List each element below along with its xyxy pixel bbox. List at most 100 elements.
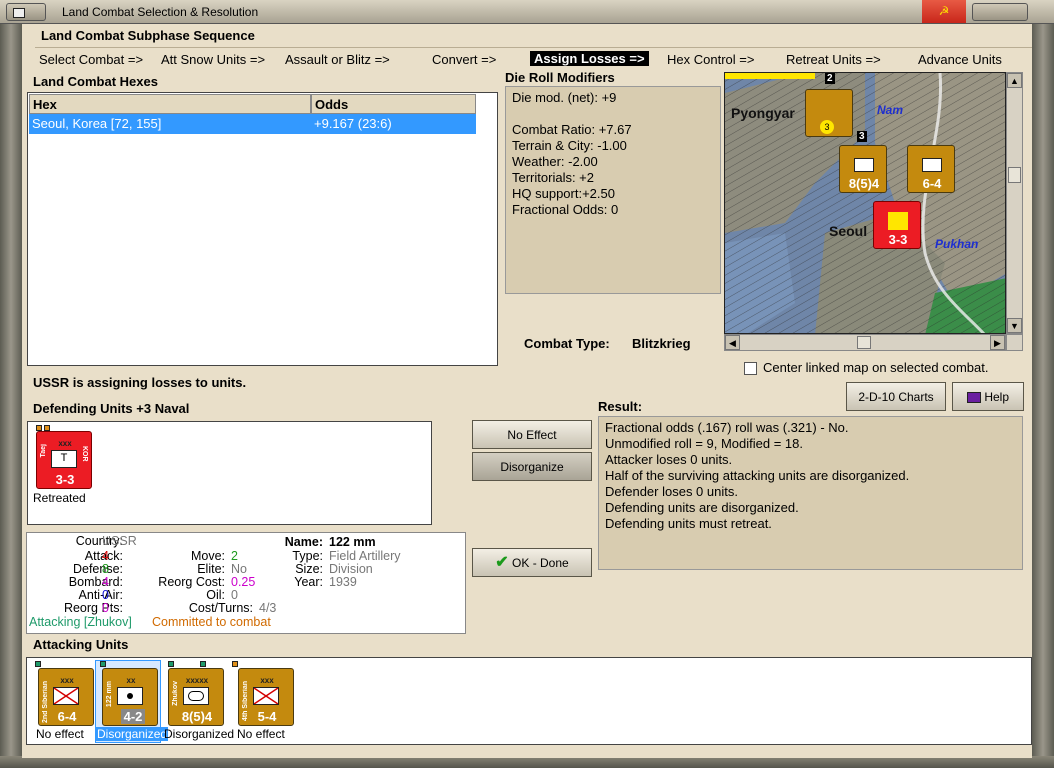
phase-retreat-units[interactable]: Retreat Units => xyxy=(786,52,881,67)
unit-strength: 4-2 xyxy=(121,709,145,724)
result-line: Half of the surviving attacking units ar… xyxy=(605,468,910,483)
map-unit-defender[interactable]: 3-3 xyxy=(873,201,921,249)
map-horizontal-scrollbar[interactable]: ◀ ▶ xyxy=(724,334,1006,351)
oil-value: 0 xyxy=(231,588,238,602)
phase-assault-or-blitz[interactable]: Assault or Blitz => xyxy=(285,52,390,67)
infantry-cross-icon xyxy=(922,158,942,172)
unit-strength: 5-4 xyxy=(257,709,277,724)
table-row[interactable]: Seoul, Korea [72, 155] +9.167 (23:6) xyxy=(29,114,476,134)
phase-att-snow-units[interactable]: Att Snow Units => xyxy=(161,52,265,67)
map-air-unit[interactable]: 3 xyxy=(805,89,853,137)
status-dot xyxy=(232,661,238,667)
phase-hex-control[interactable]: Hex Control => xyxy=(667,52,754,67)
disorganize-button[interactable]: Disorganize xyxy=(472,452,592,481)
scroll-corner xyxy=(1006,334,1023,351)
committed-note: Committed to combat xyxy=(152,615,271,629)
attack-value: 4 xyxy=(102,549,109,563)
cost-turns-label: Cost/Turns: xyxy=(188,601,253,615)
ok-done-button[interactable]: ✔ OK - Done xyxy=(472,548,592,577)
bombard-label: Bombard: xyxy=(68,575,123,589)
charts-button[interactable]: 2-D-10 Charts xyxy=(846,382,946,411)
map-unit-strength: 8(5)4 xyxy=(848,176,880,191)
unit-info-panel: Country: USSR Attack: 4 Defense: 8 Bomba… xyxy=(26,532,466,634)
window-title: Land Combat Selection & Resolution xyxy=(62,5,259,19)
drm-line: Die mod. (net): +9 xyxy=(512,90,617,105)
col-header-hex-label: Hex xyxy=(33,97,57,112)
charts-label: 2-D-10 Charts xyxy=(858,390,934,404)
attacking-unit[interactable]: xx 122 mm 4-2 xyxy=(102,668,158,726)
ok-done-label: OK - Done xyxy=(512,556,569,570)
attacking-unit-caption: Disorganized xyxy=(96,727,169,741)
center-linked-checkbox[interactable] xyxy=(744,362,757,375)
map-vertical-scrollbar[interactable]: ▲ ▼ xyxy=(1006,72,1023,334)
result-line: Unmodified roll = 9, Modified = 18. xyxy=(605,436,803,451)
title-bar: Land Combat Selection & Resolution ☭ xyxy=(0,0,1054,24)
disorganize-label: Disorganize xyxy=(500,460,564,474)
help-label: Help xyxy=(984,390,1010,404)
drm-line: Combat Ratio: +7.67 xyxy=(512,122,632,137)
map-unit-zhukov[interactable]: 8(5)4 xyxy=(839,145,887,193)
phase-assign-losses[interactable]: Assign Losses => xyxy=(530,51,649,66)
result-line: Fractional odds (.167) roll was (.321) -… xyxy=(605,420,849,435)
attacking-unit[interactable]: xxx 4th Siberian 5-4 xyxy=(238,668,294,726)
linked-map[interactable]: Pyongyar Seoul Nam Pukhan 3 2 3 8(5)4 6-… xyxy=(724,72,1006,334)
type-value: Field Artillery xyxy=(329,549,401,563)
phase-convert[interactable]: Convert => xyxy=(432,52,496,67)
scroll-up-arrow-icon[interactable]: ▲ xyxy=(1007,73,1022,88)
center-linked-label: Center linked map on selected combat. xyxy=(763,360,989,375)
system-menu-button[interactable] xyxy=(6,3,46,21)
oil-label: Oil: xyxy=(206,588,225,602)
unit-name: Taej xyxy=(40,444,47,458)
size-value: Division xyxy=(329,562,373,576)
bombard-value: 4 xyxy=(102,575,109,589)
scroll-left-arrow-icon[interactable]: ◀ xyxy=(725,335,740,350)
name-value: 122 mm xyxy=(329,535,376,549)
help-button[interactable]: Help xyxy=(952,382,1024,411)
status-dot xyxy=(100,661,106,667)
col-header-odds-label: Odds xyxy=(315,97,349,112)
unit-strength: 8(5)4 xyxy=(181,709,213,724)
scroll-thumb[interactable] xyxy=(1008,167,1021,183)
map-label-seoul: Seoul xyxy=(829,223,868,239)
left-frame-edge xyxy=(0,24,22,758)
defense-value: 8 xyxy=(102,562,109,576)
restore-button[interactable] xyxy=(972,3,1028,21)
phase-advance-units[interactable]: Advance Units xyxy=(918,52,1002,67)
armor-oval-icon xyxy=(854,158,874,172)
attacking-unit[interactable]: xxxxx Zhukov 8(5)4 xyxy=(168,668,224,726)
stack-count: 2 xyxy=(825,73,835,84)
right-frame-edge xyxy=(1032,24,1054,758)
flag-icon xyxy=(888,212,908,230)
checkmark-icon: ✔ xyxy=(495,554,509,571)
hexes-heading: Land Combat Hexes xyxy=(33,74,158,89)
result-line: Defending units are disorganized. xyxy=(605,500,799,515)
unit-strength: 6-4 xyxy=(57,709,77,724)
reorg-cost-label: Reorg Cost: xyxy=(158,575,225,589)
attacking-unit-caption: No effect xyxy=(36,727,84,741)
scroll-right-arrow-icon[interactable]: ▶ xyxy=(990,335,1005,350)
no-effect-button[interactable]: No Effect xyxy=(472,420,592,449)
scroll-down-arrow-icon[interactable]: ▼ xyxy=(1007,318,1022,333)
phase-select-combat[interactable]: Select Combat => xyxy=(39,52,143,67)
col-header-odds[interactable]: Odds xyxy=(311,94,476,114)
reorg-pts-value: 0 xyxy=(102,601,109,615)
drm-line: HQ support:+2.50 xyxy=(512,186,615,201)
artillery-dot-icon xyxy=(117,687,143,705)
close-button[interactable]: ☭ xyxy=(922,0,966,23)
col-header-hex[interactable]: Hex xyxy=(29,94,311,114)
reorg-cost-value: 0.25 xyxy=(231,575,256,589)
map-unit-strength: 3-3 xyxy=(888,232,908,247)
attacking-unit[interactable]: xxx 2nd Siberian 6-4 xyxy=(38,668,94,726)
map-unit-siberian[interactable]: 6-4 xyxy=(907,145,955,193)
defending-unit-caption: Retreated xyxy=(33,491,86,505)
drm-line: Fractional Odds: 0 xyxy=(512,202,619,217)
armor-oval-icon xyxy=(183,687,209,705)
defending-heading: Defending Units +3 Naval xyxy=(33,401,190,416)
drm-line: Weather: -2.00 xyxy=(512,154,598,169)
result-line: Defender loses 0 units. xyxy=(605,484,738,499)
map-label-nam: Nam xyxy=(877,103,904,117)
infantry-cross-icon xyxy=(253,687,279,705)
defending-unit[interactable]: xxx Taej T KOR 3-3 xyxy=(36,431,92,489)
scroll-thumb[interactable] xyxy=(857,336,871,349)
status-dot xyxy=(200,661,206,667)
